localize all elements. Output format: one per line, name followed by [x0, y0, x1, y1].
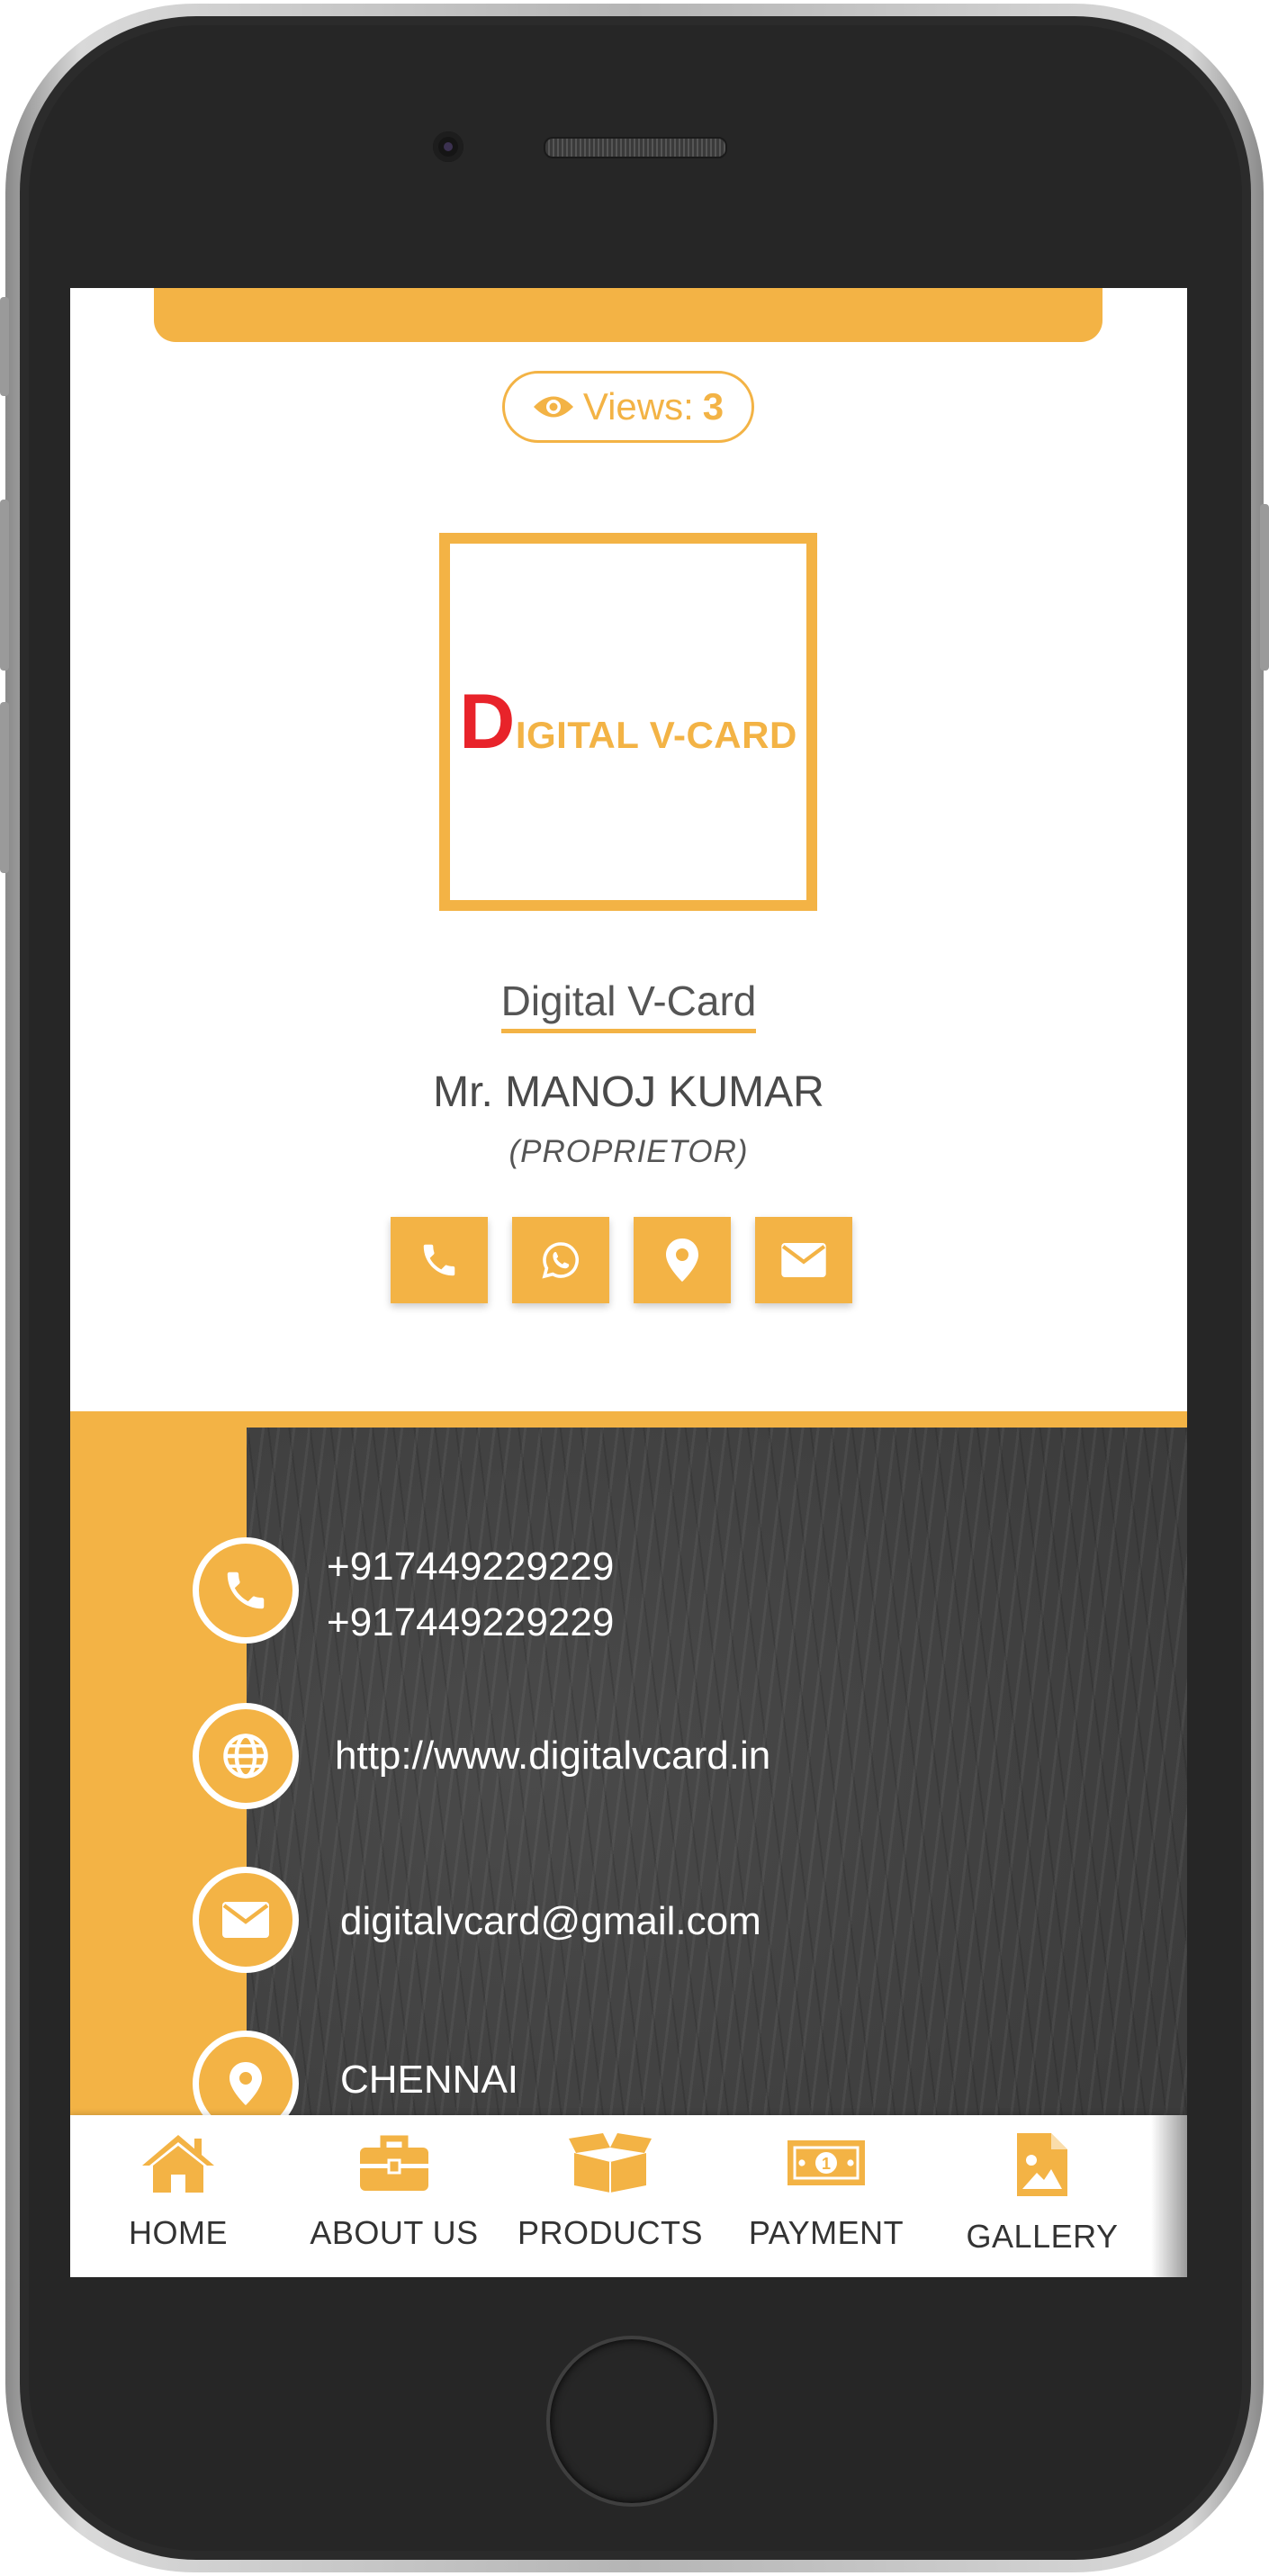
envelope-icon	[222, 1902, 269, 1938]
contact-website-badge	[193, 1703, 299, 1809]
home-hardware-button[interactable]	[546, 2336, 717, 2507]
logo-wordmark: DIGITAL V-CARD	[459, 678, 797, 765]
views-label: Views:	[582, 385, 694, 428]
address-text: CHENNAI	[340, 2058, 519, 2102]
phone-icon	[227, 1572, 265, 1609]
views-count: 3	[702, 385, 724, 428]
earpiece-speaker	[544, 137, 727, 158]
person-name: Mr. MANOJ KUMAR	[433, 1068, 824, 1116]
globe-icon	[223, 1734, 268, 1779]
screen: Views: 3 DIGITAL V-CARD Digital V-Card M…	[70, 288, 1187, 2277]
website-link[interactable]: http://www.digitalvcard.in	[335, 1728, 770, 1784]
bottom-navigation: HOME ABOUT US PRODUCTS 1 PAYMENT GALLERY	[70, 2115, 1187, 2277]
nav-home-label: HOME	[129, 2214, 228, 2251]
map-button[interactable]	[634, 1217, 731, 1303]
views-counter: Views: 3	[502, 371, 754, 443]
location-pin-icon	[230, 2062, 262, 2105]
contact-phone-badge	[193, 1537, 299, 1644]
nav-products[interactable]: PRODUCTS	[502, 2115, 718, 2277]
eye-icon	[533, 396, 573, 418]
whatsapp-icon	[542, 1242, 579, 1279]
email-link[interactable]: digitalvcard@gmail.com	[340, 1894, 761, 1950]
person-role: (PROPRIETOR)	[508, 1134, 749, 1169]
nav-gallery[interactable]: GALLERY	[934, 2115, 1150, 2277]
nav-products-label: PRODUCTS	[517, 2214, 703, 2251]
volume-down-button	[0, 702, 9, 873]
phone-number-2[interactable]: +917449229229	[327, 1595, 614, 1651]
company-name: Digital V-Card	[70, 977, 1187, 1033]
home-icon	[142, 2135, 214, 2193]
location-pin-icon	[666, 1238, 698, 1282]
briefcase-icon	[360, 2135, 428, 2191]
box-icon	[569, 2133, 652, 2193]
whatsapp-button[interactable]	[512, 1217, 609, 1303]
nav-payment[interactable]: 1 PAYMENT	[718, 2115, 934, 2277]
envelope-icon	[781, 1243, 826, 1277]
contact-phones: +917449229229 +917449229229	[327, 1539, 614, 1651]
quick-actions	[391, 1217, 852, 1303]
phone-icon	[423, 1244, 455, 1276]
power-button	[1260, 504, 1269, 671]
front-camera	[433, 131, 464, 162]
mute-switch	[0, 297, 9, 396]
contact-email-badge	[193, 1867, 299, 1973]
company-logo: DIGITAL V-CARD	[439, 533, 817, 911]
image-file-icon	[1017, 2133, 1067, 2196]
nav-about-us-label: ABOUT US	[310, 2214, 479, 2251]
volume-up-button	[0, 500, 9, 671]
nav-home[interactable]: HOME	[70, 2115, 286, 2277]
header-bar	[154, 288, 1102, 342]
money-icon: 1	[788, 2140, 865, 2185]
svg-text:1: 1	[822, 2155, 831, 2173]
email-button[interactable]	[755, 1217, 852, 1303]
nav-payment-label: PAYMENT	[748, 2214, 904, 2251]
nav-about-us[interactable]: ABOUT US	[286, 2115, 502, 2277]
phone-number-1[interactable]: +917449229229	[327, 1539, 614, 1595]
nav-gallery-label: GALLERY	[966, 2218, 1119, 2255]
call-button[interactable]	[391, 1217, 488, 1303]
